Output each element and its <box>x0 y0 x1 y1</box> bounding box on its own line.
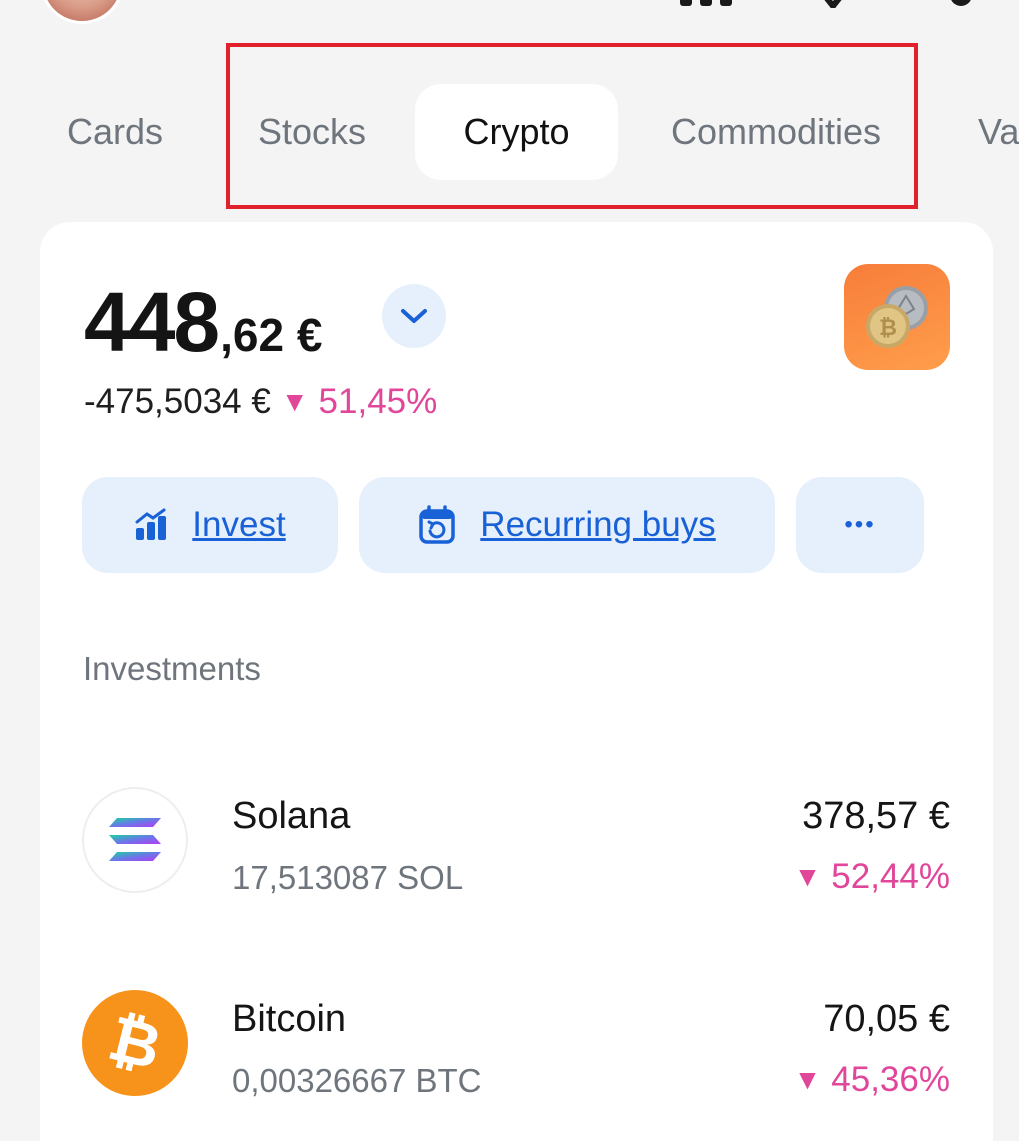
tab-stocks[interactable]: Stocks <box>228 84 396 180</box>
asset-tabs: Cards Stocks Crypto Commodities Va <box>0 84 1019 180</box>
down-triangle-icon: ▼ <box>793 1064 822 1095</box>
down-triangle-icon: ▼ <box>793 861 822 892</box>
asset-change-pct: 45,36% <box>831 1060 950 1099</box>
portfolio-change: -475,5034 € ▼ 51,45% <box>84 382 437 422</box>
asset-change-pct: 52,44% <box>831 857 950 896</box>
asset-change: ▼ 52,44% <box>794 857 950 897</box>
recurring-buys-label: Recurring buys <box>480 505 716 544</box>
recurring-calendar-icon <box>419 505 456 544</box>
svg-text:₿: ₿ <box>105 1008 165 1078</box>
down-triangle-icon: ▼ <box>280 386 309 417</box>
notification-icon[interactable] <box>948 0 974 8</box>
asset-quantity: 0,00326667 BTC <box>232 1062 482 1099</box>
investment-row-solana[interactable]: Solana 17,513087 SOL 378,57 € ▼ 52,44% <box>82 787 950 897</box>
tab-crypto[interactable]: Crypto <box>415 84 618 180</box>
asset-value: 378,57 € <box>802 795 950 837</box>
balance-integer: 448 <box>84 275 220 369</box>
chevron-down-icon <box>401 309 427 323</box>
profile-avatar[interactable] <box>40 0 124 24</box>
more-dots-icon: ••• <box>844 511 876 538</box>
asset-name: Solana <box>232 795 351 837</box>
tab-partial[interactable]: Va <box>960 84 1019 180</box>
investments-heading: Investments <box>83 650 261 687</box>
recurring-buys-button[interactable]: Recurring buys <box>359 477 775 573</box>
portfolio-balance: 448 ,62 € <box>84 274 322 371</box>
svg-text:₿: ₿ <box>879 316 897 341</box>
invest-label: Invest <box>192 505 286 544</box>
asset-value: 70,05 € <box>823 998 950 1040</box>
change-absolute: -475,5034 € <box>84 382 271 421</box>
asset-change: ▼ 45,36% <box>794 1060 950 1100</box>
tab-commodities[interactable]: Commodities <box>640 84 912 180</box>
balance-decimal: ,62 € <box>220 309 323 361</box>
invest-chart-icon <box>135 508 167 540</box>
star-icon[interactable] <box>810 0 856 8</box>
asset-name: Bitcoin <box>232 998 347 1040</box>
change-percentage: 51,45% <box>318 382 438 421</box>
invest-button[interactable]: Invest <box>82 477 338 573</box>
bitcoin-icon: ₿ <box>82 990 188 1096</box>
crypto-portfolio-card: 448 ,62 € ₿ -475,5034 € ▼ 51,45% Invest <box>40 222 993 1141</box>
investment-row-bitcoin[interactable]: ₿ Bitcoin 0,00326667 BTC 70,05 € ▼ 45,36… <box>82 990 950 1100</box>
tab-cards[interactable]: Cards <box>40 84 190 180</box>
solana-icon <box>82 787 188 893</box>
crypto-coins-icon: ₿ <box>844 264 950 370</box>
analytics-icon[interactable] <box>678 0 734 6</box>
more-actions-button[interactable]: ••• <box>796 477 924 573</box>
balance-dropdown-button[interactable] <box>382 284 446 348</box>
asset-quantity: 17,513087 SOL <box>232 859 464 896</box>
